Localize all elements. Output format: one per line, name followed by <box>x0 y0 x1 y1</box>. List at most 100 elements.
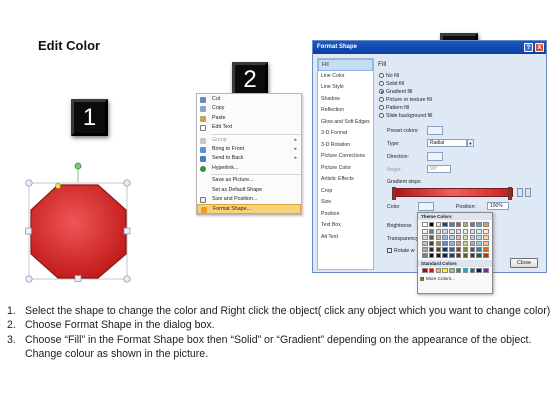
color-swatch[interactable] <box>442 229 448 234</box>
color-swatch[interactable] <box>442 253 448 258</box>
color-swatch[interactable] <box>483 229 489 234</box>
color-swatch[interactable] <box>469 235 476 240</box>
color-swatch[interactable] <box>483 253 489 258</box>
nav-artistic-effects[interactable]: Artistic Effects <box>318 174 373 186</box>
nav-alt-text[interactable]: Alt Text <box>318 232 373 244</box>
nav-3d-rotation[interactable]: 3-D Rotation <box>318 140 373 152</box>
color-swatch[interactable] <box>462 235 469 240</box>
color-swatch[interactable] <box>422 235 428 240</box>
color-swatch[interactable] <box>442 268 448 273</box>
rotate-handle[interactable] <box>74 162 82 170</box>
color-swatch[interactable] <box>422 247 428 252</box>
color-swatch[interactable] <box>462 247 469 252</box>
nav-line-style[interactable]: Line Style <box>318 82 373 94</box>
close-x-button[interactable]: X <box>535 43 544 52</box>
preset-colors-button[interactable] <box>427 126 443 135</box>
color-swatch[interactable] <box>469 222 476 227</box>
radio-solid-fill[interactable]: Solid fill <box>379 81 404 87</box>
color-swatch[interactable] <box>455 253 462 258</box>
more-colors-link[interactable]: More Colors... <box>418 275 492 282</box>
nav-line-color[interactable]: Line Color <box>318 71 373 83</box>
color-swatch[interactable] <box>462 253 469 258</box>
gradient-stop-handle[interactable] <box>508 187 512 200</box>
color-swatch[interactable] <box>449 253 455 258</box>
color-swatch[interactable] <box>422 268 428 273</box>
color-swatch[interactable] <box>428 222 435 227</box>
radio-gradient-fill[interactable]: Gradient fill <box>379 89 412 95</box>
color-swatch[interactable] <box>483 268 489 273</box>
color-picker-button[interactable] <box>418 202 434 211</box>
color-swatch[interactable] <box>462 268 469 273</box>
direction-button[interactable] <box>427 152 443 161</box>
color-swatch[interactable] <box>422 229 428 234</box>
color-swatch[interactable] <box>428 247 435 252</box>
menu-item-bring-to-front[interactable]: Bring to Front ▸ <box>197 145 301 154</box>
color-swatch[interactable] <box>455 222 462 227</box>
nav-size[interactable]: Size <box>318 197 373 209</box>
color-swatch[interactable] <box>449 268 455 273</box>
menu-item-send-to-back[interactable]: Send to Back ▸ <box>197 154 301 163</box>
color-swatch[interactable] <box>449 235 455 240</box>
color-swatch[interactable] <box>442 222 448 227</box>
dialog-titlebar[interactable]: Format Shape ? X <box>313 41 546 54</box>
color-swatch[interactable] <box>483 241 489 246</box>
color-swatch[interactable] <box>476 247 482 252</box>
color-swatch[interactable] <box>449 241 455 246</box>
menu-item-format-shape[interactable]: Format Shape... <box>197 204 301 214</box>
color-swatch[interactable] <box>428 229 435 234</box>
color-swatch[interactable] <box>462 241 469 246</box>
menu-item-hyperlink[interactable]: Hyperlink... <box>197 164 301 173</box>
color-swatch[interactable] <box>462 222 469 227</box>
rotate-with-shape-checkbox[interactable]: ✓ Rotate w <box>387 248 414 254</box>
color-swatch[interactable] <box>455 241 462 246</box>
color-swatch[interactable] <box>455 268 462 273</box>
color-swatch[interactable] <box>462 229 469 234</box>
gradient-stop-handle[interactable] <box>392 187 396 200</box>
color-swatch[interactable] <box>435 247 442 252</box>
radio-picture-fill[interactable]: Picture or texture fill <box>379 97 432 103</box>
color-swatch[interactable] <box>428 235 435 240</box>
position-input[interactable]: 100% <box>487 202 509 210</box>
color-swatch[interactable] <box>422 222 428 227</box>
nav-reflection[interactable]: Reflection <box>318 105 373 117</box>
color-swatch[interactable] <box>435 241 442 246</box>
color-swatch[interactable] <box>442 247 448 252</box>
menu-item-paste[interactable]: Paste <box>197 114 301 123</box>
nav-picture-corrections[interactable]: Picture Corrections <box>318 151 373 163</box>
color-swatch[interactable] <box>483 247 489 252</box>
color-swatch[interactable] <box>469 229 476 234</box>
color-swatch[interactable] <box>476 222 482 227</box>
nav-crop[interactable]: Crop <box>318 186 373 198</box>
color-swatch[interactable] <box>435 253 442 258</box>
color-swatch[interactable] <box>442 241 448 246</box>
remove-stop-icon[interactable] <box>525 188 531 197</box>
color-swatch[interactable] <box>435 235 442 240</box>
color-swatch[interactable] <box>428 241 435 246</box>
angle-input[interactable]: 90° <box>427 165 451 173</box>
octagon-shape[interactable] <box>20 158 140 284</box>
adjust-handle[interactable] <box>55 183 61 189</box>
radio-no-fill[interactable]: No fill <box>379 73 399 79</box>
nav-glow[interactable]: Glow and Soft Edges <box>318 117 373 129</box>
menu-item-cut[interactable]: Cut <box>197 95 301 104</box>
chevron-down-icon[interactable]: ▼ <box>467 139 474 147</box>
color-swatch[interactable] <box>476 253 482 258</box>
radio-slide-background-fill[interactable]: Slide background fill <box>379 113 432 119</box>
radio-pattern-fill[interactable]: Pattern fill <box>379 105 409 111</box>
color-swatch[interactable] <box>449 229 455 234</box>
color-swatch[interactable] <box>483 222 489 227</box>
color-swatch[interactable] <box>449 247 455 252</box>
selected-shape[interactable] <box>20 158 140 284</box>
menu-item-copy[interactable]: Copy <box>197 104 301 113</box>
help-button[interactable]: ? <box>524 43 533 52</box>
color-swatch[interactable] <box>469 253 476 258</box>
color-swatch[interactable] <box>476 241 482 246</box>
add-stop-icon[interactable] <box>517 188 523 197</box>
color-swatch[interactable] <box>483 235 489 240</box>
color-swatch[interactable] <box>455 229 462 234</box>
menu-item-save-as-picture[interactable]: Save as Picture... <box>197 176 301 185</box>
color-swatch[interactable] <box>476 229 482 234</box>
color-swatch[interactable] <box>449 222 455 227</box>
nav-shadow[interactable]: Shadow <box>318 94 373 106</box>
color-swatch[interactable] <box>422 241 428 246</box>
